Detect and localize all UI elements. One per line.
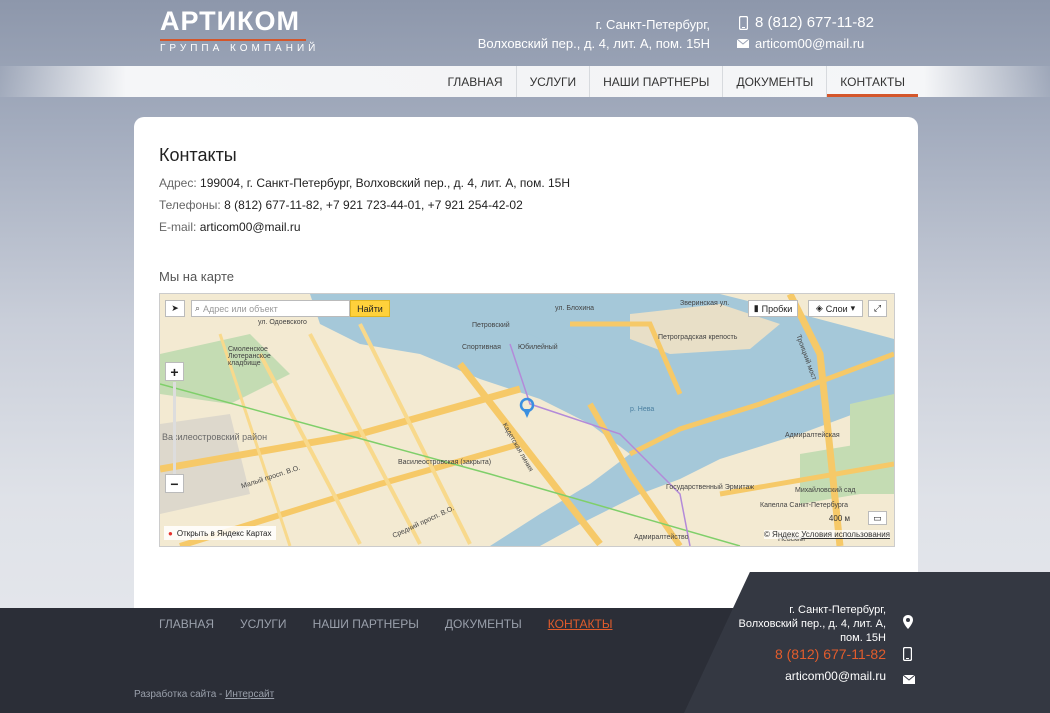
address-info: Адрес: 199004, г. Санкт-Петербург, Волхо… [159,176,570,190]
yandex-map[interactable]: Петроградская крепость Спортивная Юбилей… [159,293,895,547]
map-label: Петроградская крепость [658,334,738,341]
zoom-in-button[interactable]: + [165,362,184,381]
header-contacts: 8 (812) 677-11-82 articom00@mail.ru [736,12,874,54]
plus-icon: + [170,363,179,380]
map-label: Василеостровский район [162,432,268,442]
header-address-line1: г. Санкт-Петербург, [595,17,710,32]
layers-icon: ◈ [815,303,823,313]
ruler-button[interactable]: ▭ [868,511,887,525]
copyright-text: © Яндекс [763,530,799,539]
phones-info: Телефоны: 8 (812) 677-11-82, +7 921 723-… [159,198,523,212]
header-phone[interactable]: 8 (812) 677-11-82 [755,14,874,31]
map-label: ул. Блохина [555,305,594,312]
phone-icon [736,15,750,30]
traffic-icon: ▮ [753,303,759,313]
map-label: Юбилейный [518,344,558,351]
footer-address-line2: Волховский пер., д. 4, лит. А, [738,618,886,630]
developer-link[interactable]: Интерсайт [225,689,274,700]
fullscreen-button[interactable]: ⤢ [868,300,887,317]
address-value: 199004, г. Санкт-Петербург, Волховский п… [200,176,570,190]
phones-value: 8 (812) 677-11-82, +7 921 723-44-01, +7 … [224,198,523,212]
nav-item-partners[interactable]: Наши партнеры [589,66,722,97]
map-label: Спортивная [462,344,501,351]
map-label: Капелла Санкт-Петербурга [760,502,849,509]
header-address: г. Санкт-Петербург, Волховский пер., д. … [478,15,710,53]
footer-address-line1: г. Санкт-Петербург, [789,604,886,616]
location-pin-icon [903,615,913,634]
map-label: Петровский [472,322,510,329]
main-nav: Главная Услуги Наши партнеры Документы К… [435,66,918,97]
map-label: Зверинская ул. [680,300,730,307]
minus-icon: − [170,475,179,492]
mail-icon [902,671,916,689]
site-logo[interactable]: АРТИКОМ ГРУППА КОМПАНИЙ [160,6,319,54]
zoom-out-button[interactable]: − [165,474,184,493]
phone-icon [902,646,913,666]
map-label: р. Нева [630,406,655,413]
nav-item-services[interactable]: Услуги [515,66,590,97]
map-scale-value: 400 м [828,514,850,523]
email-value[interactable]: articom00@mail.ru [200,220,301,234]
map-scale: 400 м [829,514,850,523]
footer-nav-documents[interactable]: Документы [445,617,522,631]
map-label: Смоленское Лютеранское кладбище [228,346,271,367]
header-address-line2: Волховский пер., д. 4, лит. А, пом. 15Н [477,36,710,51]
mail-icon [736,39,750,48]
map-copyright: © Яндекс Условия использования [763,530,890,539]
footer-address-line3: пом. 15Н [840,632,886,644]
developer-text: Разработка сайта - [134,689,226,700]
open-in-yandex-link[interactable]: ● Открыть в Яндекс Картах [164,526,276,540]
footer-email[interactable]: articom00@mail.ru [785,669,886,683]
map-search-placeholder: Адрес или объект [203,303,278,314]
layers-button[interactable]: ◈ Слои ▾ [808,300,863,317]
map-label: Адмиралтейство [634,534,689,541]
logo-underline [160,39,306,41]
map-label: ул. Одоевского [258,319,307,326]
location-arrow-icon: ➤ [171,303,179,313]
search-icon: ⌕ [195,303,201,313]
chevron-down-icon: ▾ [850,303,856,313]
header-email[interactable]: articom00@mail.ru [755,36,864,51]
terms-link[interactable]: Условия использования [801,530,890,539]
map-label: Адмиралтейская [785,432,840,439]
traffic-label: Пробки [761,303,793,314]
map-search-input[interactable]: ⌕ Адрес или объект [191,300,350,317]
map-label: Василеостровская (закрыта) [398,459,492,466]
traffic-button[interactable]: ▮ Пробки [748,300,798,317]
logo-subtitle: ГРУППА КОМПАНИЙ [160,43,320,54]
footer-nav-contacts[interactable]: Контакты [548,617,613,631]
nav-item-contacts[interactable]: Контакты [826,66,918,97]
ruler-icon: ▭ [873,512,882,523]
content-card: Контакты Адрес: 199004, г. Санкт-Петербу… [134,117,918,637]
geolocation-button[interactable]: ➤ [165,300,185,317]
footer-nav: Главная Услуги Наши партнеры Документы К… [159,617,612,631]
email-info: E-mail: articom00@mail.ru [159,220,301,234]
footer-address: г. Санкт-Петербург, Волховский пер., д. … [738,603,886,645]
page-title: Контакты [159,145,237,165]
address-label: Адрес: [159,176,197,190]
nav-item-home[interactable]: Главная [435,66,516,97]
yandex-pin-icon: ● [168,528,173,538]
zoom-slider[interactable] [173,382,176,474]
open-in-yandex-label: Открыть в Яндекс Картах [176,528,272,538]
logo-title: АРТИКОМ [160,6,301,36]
map-label: Михайловский сад [795,487,856,494]
email-label: E-mail: [159,220,197,234]
phones-label: Телефоны: [159,198,221,212]
expand-icon: ⤢ [873,303,882,313]
map-search-button[interactable]: Найти [350,300,390,317]
map-title: Мы на карте [159,269,234,284]
map-label: Государственный Эрмитаж [666,484,755,491]
nav-item-documents[interactable]: Документы [722,66,826,97]
developer-credit: Разработка сайта - Интерсайт [134,689,274,700]
layers-label: Слои [825,303,848,314]
footer-nav-home[interactable]: Главная [159,617,214,631]
footer-nav-partners[interactable]: Наши партнеры [313,617,419,631]
footer-nav-services[interactable]: Услуги [240,617,287,631]
footer-phone[interactable]: 8 (812) 677-11-82 [775,646,886,662]
